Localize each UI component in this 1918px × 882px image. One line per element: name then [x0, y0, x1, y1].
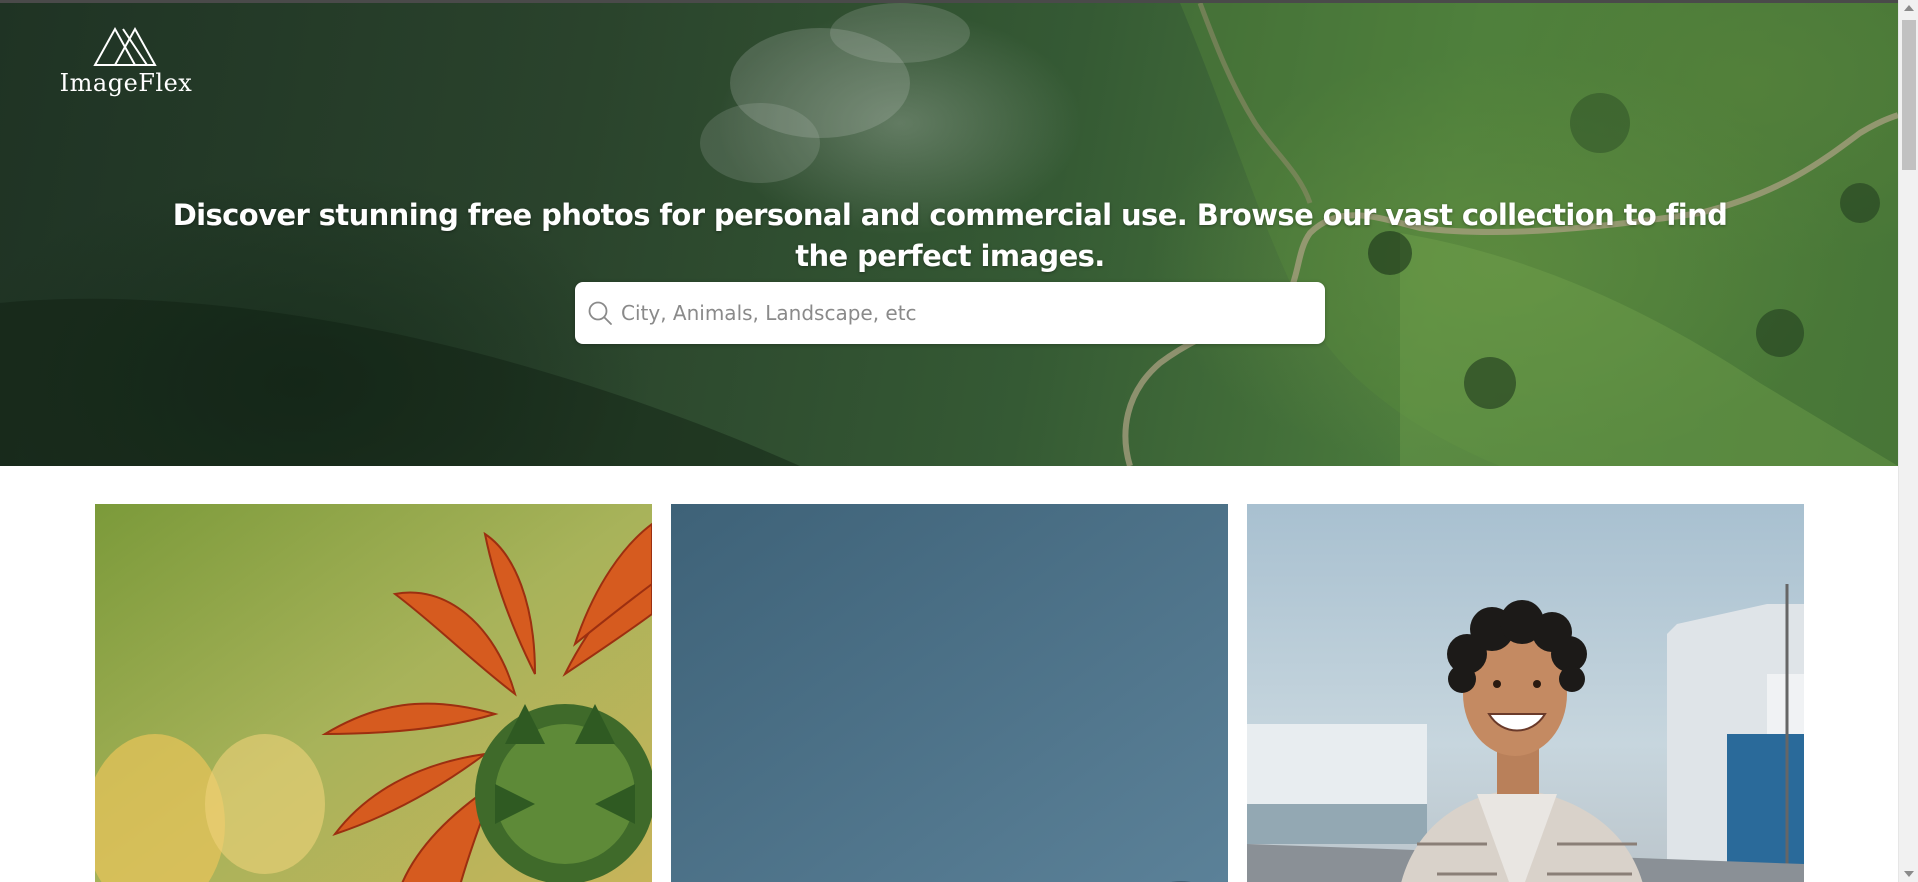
sunflower-photo: [95, 504, 652, 882]
scrollbar-thumb[interactable]: [1902, 20, 1916, 170]
search-input[interactable]: [621, 282, 1311, 344]
search-icon[interactable]: [587, 300, 613, 326]
blue-sky-photo: [671, 504, 1228, 882]
hero-headline: Discover stunning free photos for person…: [172, 198, 1728, 274]
photo-card-portrait[interactable]: [1247, 504, 1804, 882]
page: ImageFlex Discover stunning free photos …: [0, 0, 1918, 882]
photo-card-sky[interactable]: [671, 504, 1228, 882]
hero-banner: ImageFlex Discover stunning free photos …: [0, 3, 1898, 466]
brand-logo[interactable]: ImageFlex: [58, 25, 194, 97]
scroll-up-icon[interactable]: [1904, 5, 1914, 11]
photo-card-sunflower[interactable]: [95, 504, 652, 882]
page-scrollbar[interactable]: [1898, 0, 1918, 882]
brand-name: ImageFlex: [59, 69, 193, 97]
mountain-triangles-icon: [93, 26, 157, 66]
search-bar[interactable]: [575, 282, 1325, 344]
scroll-down-icon[interactable]: [1904, 871, 1914, 877]
smiling-man-photo: [1247, 504, 1804, 882]
